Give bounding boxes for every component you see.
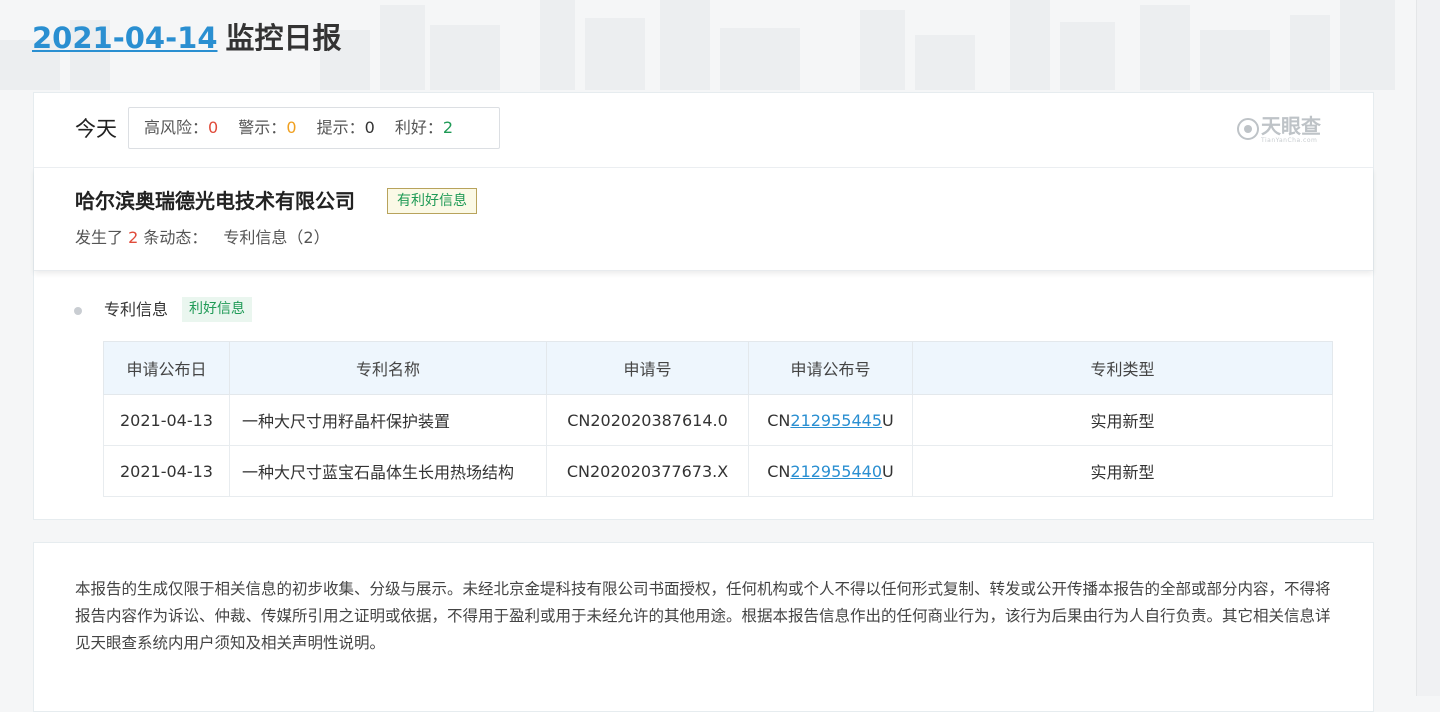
summary-prefix: 发生了 xyxy=(75,228,124,247)
pub-prefix: CN xyxy=(767,410,791,430)
cell-patent-type: 实用新型 xyxy=(912,394,1333,446)
pub-suffix: U xyxy=(882,410,894,430)
cell-app-number: CN202020387614.0 xyxy=(546,394,749,446)
summary-suffix: 条动态： xyxy=(143,228,208,247)
cell-pub-number: CN212955440U xyxy=(748,445,913,497)
stat-good-label: 利好： xyxy=(394,118,443,137)
table-header-row: 申请公布日 专利名称 申请号 申请公布号 专利类型 xyxy=(103,341,1333,395)
column-header: 申请公布日 xyxy=(103,341,230,395)
company-name[interactable]: 哈尔滨奥瑞德光电技术有限公司 xyxy=(75,186,355,216)
right-scroll-strip xyxy=(1416,0,1440,696)
stat-notice-label: 提示： xyxy=(316,118,365,137)
stat-notice-value: 0 xyxy=(364,118,375,137)
disclaimer-text: 本报告的生成仅限于相关信息的初步收集、分级与展示。未经北京金堤科技有限公司书面授… xyxy=(75,580,1331,652)
report-panel: 今天 高风险：0 警示：0 提示：0 利好：2 天眼查 TianYanCha.c… xyxy=(33,92,1374,520)
page-title: 监控日报 xyxy=(225,21,342,55)
good-info-badge: 有利好信息 xyxy=(387,188,477,214)
column-header: 专利名称 xyxy=(229,341,547,395)
cell-app-number: CN202020377673.X xyxy=(546,445,749,497)
table-row: 2021-04-13 一种大尺寸蓝宝石晶体生长用热场结构 CN202020377… xyxy=(103,445,1333,497)
cell-patent-name: 一种大尺寸用籽晶杆保护装置 xyxy=(229,394,547,446)
section-title: 专利信息 xyxy=(104,300,169,319)
stat-warning: 警示：0 xyxy=(238,118,296,137)
tianyancha-logo: 天眼查 TianYanCha.com xyxy=(1237,115,1337,147)
stat-good: 利好：2 xyxy=(395,118,453,137)
stat-good-value: 2 xyxy=(442,118,454,137)
patent-table: 申请公布日 专利名称 申请号 申请公布号 专利类型 2021-04-13 一种大… xyxy=(103,341,1333,497)
dynamics-summary: 发生了 2 条动态： 专利信息（2） xyxy=(75,226,330,250)
page-header: 2021-04-14 监控日报 xyxy=(32,18,342,58)
logo-text: 天眼查 xyxy=(1261,114,1321,138)
summary-count: 2 xyxy=(128,228,139,247)
today-label: 今天 xyxy=(75,117,117,141)
pub-number-link[interactable]: 212955440 xyxy=(790,462,882,481)
cell-date: 2021-04-13 xyxy=(103,394,230,446)
today-summary-row: 今天 高风险：0 警示：0 提示：0 利好：2 天眼查 TianYanCha.c… xyxy=(34,93,1373,168)
logo-subtext: TianYanCha.com xyxy=(1261,137,1318,144)
pub-prefix: CN xyxy=(767,461,791,481)
table-row: 2021-04-13 一种大尺寸用籽晶杆保护装置 CN202020387614.… xyxy=(103,394,1333,446)
cell-date: 2021-04-13 xyxy=(103,445,230,497)
column-header: 申请公布号 xyxy=(748,341,913,395)
company-row: 哈尔滨奥瑞德光电技术有限公司 有利好信息 发生了 2 条动态： 专利信息（2） xyxy=(34,168,1373,271)
pub-number-link[interactable]: 212955445 xyxy=(790,411,882,430)
column-header: 申请号 xyxy=(546,341,749,395)
cell-pub-number: CN212955445U xyxy=(748,394,913,446)
stat-notice: 提示：0 xyxy=(317,118,375,137)
cell-patent-name: 一种大尺寸蓝宝石晶体生长用热场结构 xyxy=(229,445,547,497)
column-header: 专利类型 xyxy=(912,341,1333,395)
summary-items: 专利信息（2） xyxy=(223,228,330,247)
risk-stats-box: 高风险：0 警示：0 提示：0 利好：2 xyxy=(128,107,500,149)
section-good-badge: 利好信息 xyxy=(182,297,252,322)
pub-suffix: U xyxy=(882,461,894,481)
disclaimer-panel: 本报告的生成仅限于相关信息的初步收集、分级与展示。未经北京金堤科技有限公司书面授… xyxy=(33,542,1374,712)
stat-warning-value: 0 xyxy=(286,118,297,137)
stat-warning-label: 警示： xyxy=(238,118,287,137)
bullet-dot-icon xyxy=(74,307,82,315)
report-date-link[interactable]: 2021-04-14 xyxy=(32,21,218,55)
stat-high-risk-value: 0 xyxy=(208,118,219,137)
cell-patent-type: 实用新型 xyxy=(912,445,1333,497)
stat-high-risk: 高风险：0 xyxy=(144,118,218,137)
stat-high-risk-label: 高风险： xyxy=(144,118,209,137)
eye-logo-icon xyxy=(1237,118,1259,140)
